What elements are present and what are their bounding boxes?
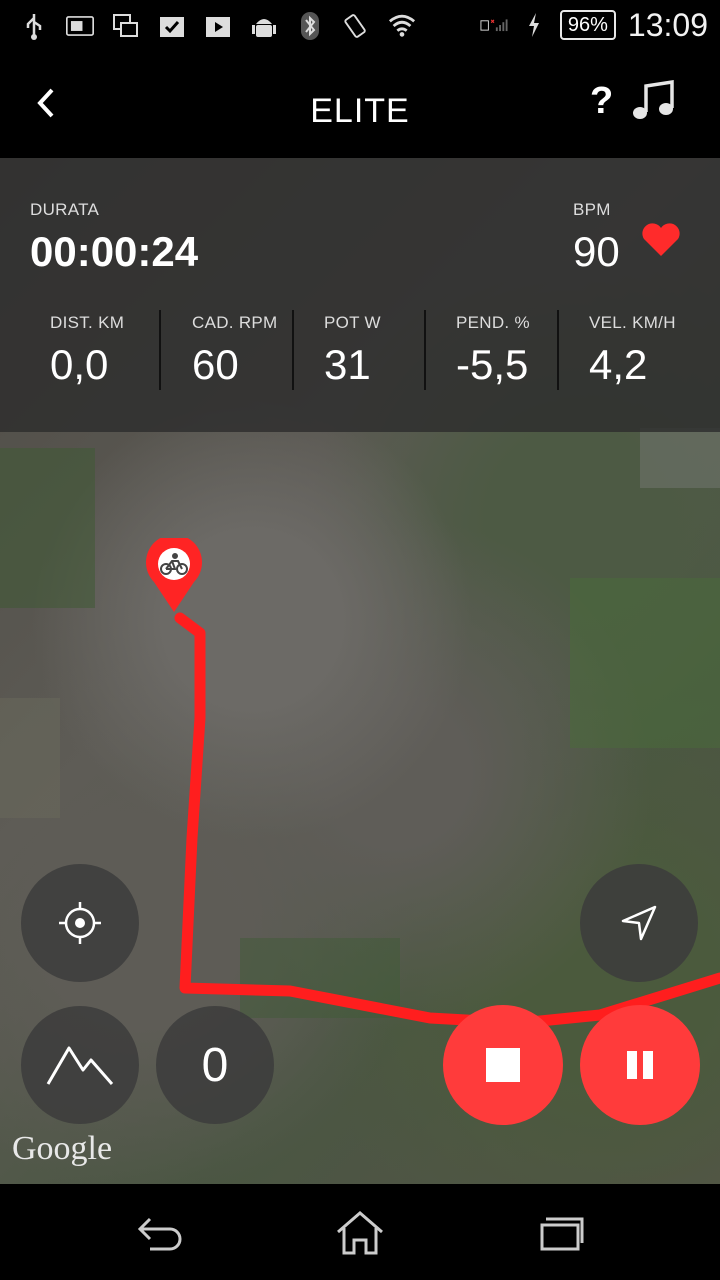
notification-icons: [20, 10, 416, 42]
metric-value-cadence: 60: [192, 341, 239, 388]
metric-value-distance: 0,0: [50, 341, 109, 388]
bpm-label: BPM: [573, 200, 611, 219]
windows-icon: [112, 13, 140, 39]
usb-icon: [20, 13, 48, 40]
help-button[interactable]: ?: [590, 80, 613, 123]
mountain-icon: [46, 1046, 114, 1085]
stop-icon: [486, 1048, 520, 1082]
recents-icon: [540, 1217, 584, 1251]
wifi-icon: [388, 13, 416, 39]
charging-icon: [520, 12, 548, 38]
music-button[interactable]: [630, 78, 680, 128]
google-attribution: Google: [12, 1130, 113, 1167]
duration-value: 00:00:24: [30, 228, 199, 275]
battery-level: 96%: [559, 10, 616, 40]
back-icon: [137, 1217, 182, 1251]
duration-label: DURATA: [30, 200, 100, 219]
stop-button[interactable]: [443, 1005, 563, 1125]
metric-value-slope: -5,5: [456, 341, 529, 388]
metric-label-distance: DIST. KM: [50, 313, 125, 332]
crosshair-icon: [59, 902, 101, 944]
divider: [292, 310, 294, 390]
metric-value-speed: 4,2: [589, 341, 648, 388]
home-icon: [337, 1211, 383, 1255]
divider: [557, 310, 559, 390]
app-bar: ELITE ?: [0, 50, 720, 158]
divider: [424, 310, 426, 390]
metric-label-slope: PEND. %: [456, 313, 530, 332]
nav-recents-button[interactable]: [530, 1208, 590, 1258]
status-right: 96% 13:09: [480, 6, 708, 44]
metric-label-cadence: CAD. RPM: [192, 313, 278, 332]
video-icon: [204, 13, 232, 39]
location-marker[interactable]: [144, 538, 204, 614]
navigation-arrow-icon: [621, 905, 657, 941]
bpm-value: 90: [573, 228, 620, 275]
status-bar: 96% 13:09: [0, 0, 720, 50]
map-view[interactable]: DURATA 00:00:24 BPM 90 DIST. KM 0,0 CAD.…: [0, 158, 720, 1184]
lap-counter[interactable]: 0: [156, 1006, 274, 1124]
divider: [159, 310, 161, 390]
rotation-lock-icon: [342, 13, 370, 39]
android-icon: [250, 13, 278, 39]
metric-label-power: POT W: [324, 313, 381, 332]
pause-icon: [627, 1051, 653, 1079]
navigate-button[interactable]: [580, 864, 698, 982]
heart-icon: [642, 223, 680, 256]
elevation-button[interactable]: [21, 1006, 139, 1124]
center-location-button[interactable]: [21, 864, 139, 982]
clock: 13:09: [627, 6, 708, 43]
bluetooth-icon: [296, 12, 324, 40]
task-done-icon: [158, 13, 186, 39]
pause-button[interactable]: [580, 1005, 700, 1125]
info-card-icon: [66, 13, 94, 39]
stats-panel: DURATA 00:00:24 BPM 90 DIST. KM 0,0 CAD.…: [0, 158, 720, 432]
lap-count: 0: [201, 1038, 229, 1092]
metric-value-power: 31: [324, 341, 371, 388]
music-note-icon: [633, 79, 674, 119]
nav-home-button[interactable]: [330, 1208, 390, 1258]
nav-back-button[interactable]: [130, 1208, 190, 1258]
navigation-bar: [0, 1184, 720, 1280]
sim-signal-icon: [480, 12, 508, 38]
metric-label-speed: VEL. KM/H: [589, 313, 676, 332]
